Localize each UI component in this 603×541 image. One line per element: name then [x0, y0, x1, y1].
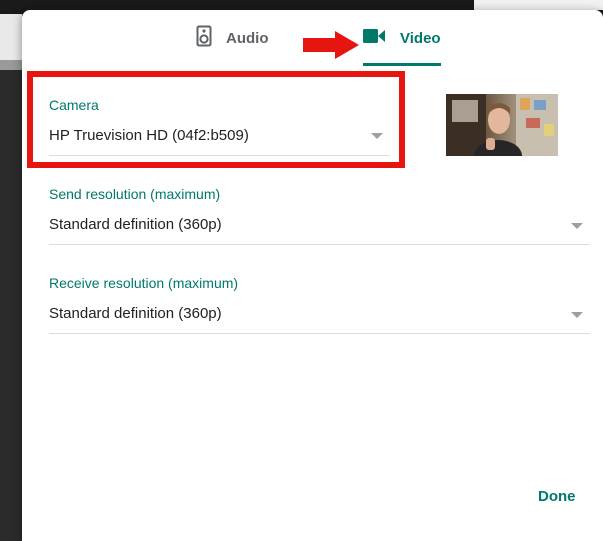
receive-resolution-value: Standard definition (360p): [49, 305, 222, 322]
settings-dialog: Audio Video Camera HP Truevision HD (04f…: [22, 10, 603, 541]
done-button[interactable]: Done: [538, 488, 576, 505]
receive-resolution-underline: [49, 333, 590, 334]
send-resolution-value: Standard definition (360p): [49, 216, 222, 233]
camera-preview: [446, 94, 558, 156]
tab-audio-label: Audio: [226, 29, 269, 47]
receive-resolution-label: Receive resolution (maximum): [49, 275, 239, 291]
active-tab-indicator: [363, 63, 441, 66]
send-resolution-select[interactable]: Send resolution (maximum) Standard defin…: [49, 186, 590, 246]
videocam-icon: [362, 27, 386, 50]
tab-video[interactable]: Video: [362, 10, 441, 66]
send-resolution-underline: [49, 244, 590, 245]
red-highlight-annotation: [27, 71, 405, 168]
background-panel-right: [474, 0, 603, 10]
send-resolution-label: Send resolution (maximum): [49, 186, 221, 202]
tab-video-label: Video: [400, 29, 441, 47]
tab-audio[interactable]: Audio: [196, 10, 269, 66]
background-bar-left: [0, 60, 22, 70]
chevron-down-icon: [571, 312, 583, 318]
receive-resolution-select[interactable]: Receive resolution (maximum) Standard de…: [49, 275, 590, 335]
red-arrow-annotation: [303, 31, 359, 59]
chevron-down-icon: [571, 223, 583, 229]
speaker-icon: [196, 25, 212, 52]
